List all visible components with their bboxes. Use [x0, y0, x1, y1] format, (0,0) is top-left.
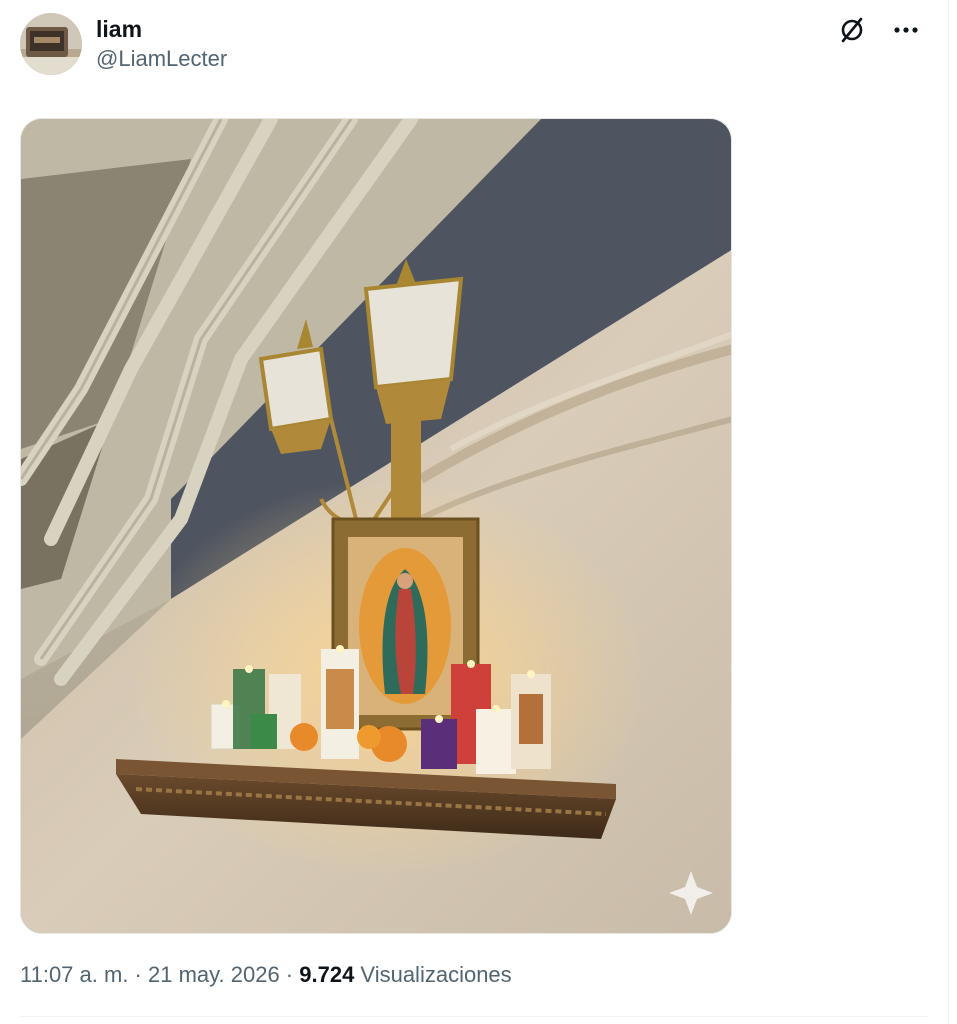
divider: [20, 1016, 928, 1017]
post-date[interactable]: 21 may. 2026: [148, 962, 280, 987]
user-handle[interactable]: @LiamLecter: [96, 44, 227, 74]
tweet-detail: liam @LiamLecter 11:07 a. m. · 21 may. 2…: [0, 0, 949, 1024]
more-icon[interactable]: [890, 14, 922, 46]
meta-separator: ·: [128, 962, 148, 987]
tweet-metadata: 11:07 a. m. · 21 may. 2026 · 9.724 Visua…: [20, 960, 512, 990]
tweet-header: liam @LiamLecter: [20, 12, 227, 76]
altar-photo-illustration: [21, 119, 731, 933]
grok-icon[interactable]: [836, 14, 868, 46]
views-label: Visualizaciones: [354, 962, 512, 987]
post-time[interactable]: 11:07 a. m.: [20, 962, 128, 987]
author-names: liam @LiamLecter: [96, 14, 227, 74]
avatar[interactable]: [20, 13, 82, 75]
avatar-image: [20, 13, 82, 75]
views-count: 9.724: [299, 962, 355, 987]
display-name[interactable]: liam: [96, 14, 227, 44]
meta-separator: ·: [279, 962, 300, 987]
tweet-photo[interactable]: [20, 118, 732, 934]
tweet-actions-top: [836, 14, 922, 46]
